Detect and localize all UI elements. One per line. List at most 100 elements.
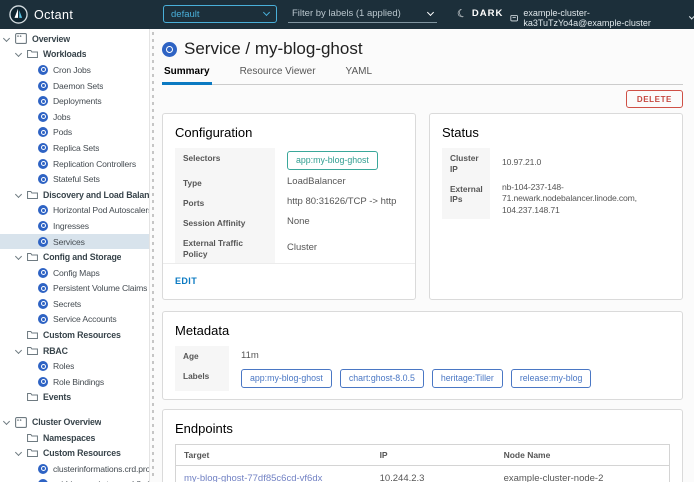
sidebar-item[interactable]: Horizontal Pod Autoscalers bbox=[0, 203, 149, 219]
sidebar-item-label: Pods bbox=[53, 127, 72, 137]
sidebar-item[interactable]: Pods bbox=[0, 125, 149, 141]
tab-bar: Summary Resource Viewer YAML bbox=[162, 66, 683, 85]
label-tag[interactable]: chart:ghost-8.0.5 bbox=[340, 369, 424, 388]
moon-icon: ☾ bbox=[456, 6, 470, 21]
chevron-down-icon bbox=[4, 414, 15, 430]
sidebar-scrollbar[interactable] bbox=[152, 32, 154, 478]
sidebar-item[interactable]: Cron Jobs bbox=[0, 62, 149, 78]
sidebar-item-label: Config Maps bbox=[53, 268, 100, 278]
labels-label: Labels bbox=[175, 366, 229, 391]
sidebar-item[interactable]: csidrivers.csi.storage.k8s.io bbox=[0, 477, 149, 482]
sidebar-item-label: Cron Jobs bbox=[53, 65, 91, 75]
endpoints-table-body: my-blog-ghost-77df85c6cd-vf6dx 10.244.2.… bbox=[176, 466, 669, 482]
chevron-down-icon bbox=[263, 9, 270, 16]
config-row-value: LoadBalancer bbox=[287, 176, 346, 189]
sidebar-item-label: Stateful Sets bbox=[53, 174, 100, 184]
tab[interactable]: YAML bbox=[344, 66, 375, 84]
status-card: Status Cluster IP 10.97.21.0 External IP… bbox=[429, 113, 683, 300]
chevron-down-icon bbox=[16, 47, 27, 63]
sidebar-item-label: Discovery and Load Balancing bbox=[43, 190, 149, 200]
sidebar-item-label: Horizontal Pod Autoscalers bbox=[53, 205, 149, 215]
label-tag[interactable]: release:my-blog bbox=[511, 369, 592, 388]
sidebar-item[interactable]: Overview bbox=[0, 31, 149, 47]
chevron-down-icon bbox=[16, 249, 27, 265]
sidebar-item[interactable]: Cluster Overview bbox=[0, 414, 149, 430]
resource-icon bbox=[38, 221, 48, 231]
endpoints-table-header: Target IP Node Name bbox=[176, 445, 669, 466]
endpoints-card: Endpoints Target IP Node Name my-blog-gh… bbox=[162, 409, 683, 482]
resource-icon bbox=[38, 361, 48, 371]
sidebar-item[interactable]: Ingresses bbox=[0, 218, 149, 234]
sidebar-item[interactable]: Secrets bbox=[0, 296, 149, 312]
sidebar-item-label: Overview bbox=[32, 34, 70, 44]
chevron-down-icon bbox=[16, 343, 27, 359]
sidebar-item[interactable]: Discovery and Load Balancing bbox=[0, 187, 149, 203]
namespace-dropdown[interactable]: default bbox=[163, 5, 277, 23]
sidebar-item[interactable]: Namespaces bbox=[0, 430, 149, 446]
sidebar-item[interactable]: Config and Storage bbox=[0, 249, 149, 265]
sidebar-item[interactable]: Roles bbox=[0, 358, 149, 374]
sidebar-item[interactable]: Services bbox=[0, 234, 149, 250]
resource-icon bbox=[38, 96, 48, 106]
config-row-label: Type bbox=[175, 173, 275, 193]
sidebar-item-label: Replica Sets bbox=[53, 143, 99, 153]
status-row-label: External IPs bbox=[442, 179, 490, 220]
label-filter-input[interactable]: Filter by labels (1 applied) bbox=[288, 5, 437, 23]
resource-icon bbox=[38, 377, 48, 387]
resource-icon bbox=[38, 65, 48, 75]
context-selector[interactable]: example-cluster-ka3TuTzYo4a@example-clus… bbox=[510, 8, 694, 28]
sidebar-item[interactable]: Replication Controllers bbox=[0, 156, 149, 172]
cluster-icon bbox=[510, 13, 518, 23]
sidebar-item-label: Persistent Volume Claims bbox=[53, 283, 147, 293]
endpoint-target-link[interactable]: my-blog-ghost-77df85c6cd-vf6dx bbox=[184, 473, 380, 482]
resource-icon bbox=[38, 174, 48, 184]
tab[interactable]: Resource Viewer bbox=[238, 66, 318, 84]
overview-icon bbox=[15, 33, 27, 44]
resource-icon bbox=[38, 299, 48, 309]
sidebar-item[interactable]: Role Bindings bbox=[0, 374, 149, 390]
label-tag[interactable]: heritage:Tiller bbox=[432, 369, 503, 388]
folder-icon bbox=[27, 49, 38, 59]
edit-button[interactable]: EDIT bbox=[175, 276, 197, 286]
sidebar-item[interactable]: Events bbox=[0, 390, 149, 406]
sidebar-item[interactable]: Custom Resources bbox=[0, 327, 149, 343]
sidebar-item-label: Namespaces bbox=[43, 433, 95, 443]
sidebar-item[interactable]: Jobs bbox=[0, 109, 149, 125]
sidebar-item[interactable]: RBAC bbox=[0, 343, 149, 359]
theme-toggle-button[interactable]: ☾ DARK bbox=[457, 7, 503, 20]
sidebar-item-label: Service Accounts bbox=[53, 314, 117, 324]
tab[interactable]: Summary bbox=[162, 66, 212, 85]
endpoint-node-name: example-cluster-node-2 bbox=[504, 473, 661, 482]
config-row-value: None bbox=[287, 216, 310, 229]
sidebar-item[interactable]: Workloads bbox=[0, 47, 149, 63]
sidebar-item[interactable]: Service Accounts bbox=[0, 312, 149, 328]
octant-logo-icon bbox=[9, 5, 28, 24]
config-row-value: Cluster bbox=[287, 242, 317, 255]
config-row: Session Affinity None bbox=[175, 213, 403, 233]
metadata-card: Metadata Age 11m Labels app:my-blog-ghos… bbox=[162, 311, 683, 400]
sidebar-item[interactable]: Replica Sets bbox=[0, 140, 149, 156]
status-row-value: nb-104-237-148-71.newark.nodebalancer.li… bbox=[502, 182, 670, 217]
sidebar-item[interactable]: Persistent Volume Claims bbox=[0, 281, 149, 297]
page-header: Service / my-blog-ghost bbox=[162, 39, 683, 59]
config-row-label: External Traffic Policy bbox=[175, 233, 275, 264]
label-tag[interactable]: app:my-blog-ghost bbox=[241, 369, 332, 388]
sidebar-item[interactable]: Custom Resources bbox=[0, 445, 149, 461]
sidebar-item-label: Replication Controllers bbox=[53, 159, 136, 169]
resource-icon bbox=[38, 237, 48, 247]
sidebar-item[interactable]: Config Maps bbox=[0, 265, 149, 281]
sidebar-item[interactable]: Deployments bbox=[0, 93, 149, 109]
sidebar-item-label: Custom Resources bbox=[43, 448, 121, 458]
folder-icon bbox=[27, 433, 38, 443]
sidebar-item[interactable]: clusterinformations.crd.projec bbox=[0, 461, 149, 477]
sidebar-item-label: Deployments bbox=[53, 96, 102, 106]
delete-button[interactable]: DELETE bbox=[626, 90, 683, 108]
sidebar-item-label: RBAC bbox=[43, 346, 68, 356]
sidebar-item[interactable]: Daemon Sets bbox=[0, 78, 149, 94]
endpoints-title: Endpoints bbox=[175, 421, 670, 436]
sidebar-item[interactable]: Stateful Sets bbox=[0, 171, 149, 187]
config-row: Type LoadBalancer bbox=[175, 173, 403, 193]
tab-label: YAML bbox=[346, 66, 373, 77]
config-row: Ports http 80:31626/TCP -> http bbox=[175, 193, 403, 213]
metadata-title: Metadata bbox=[175, 323, 670, 338]
